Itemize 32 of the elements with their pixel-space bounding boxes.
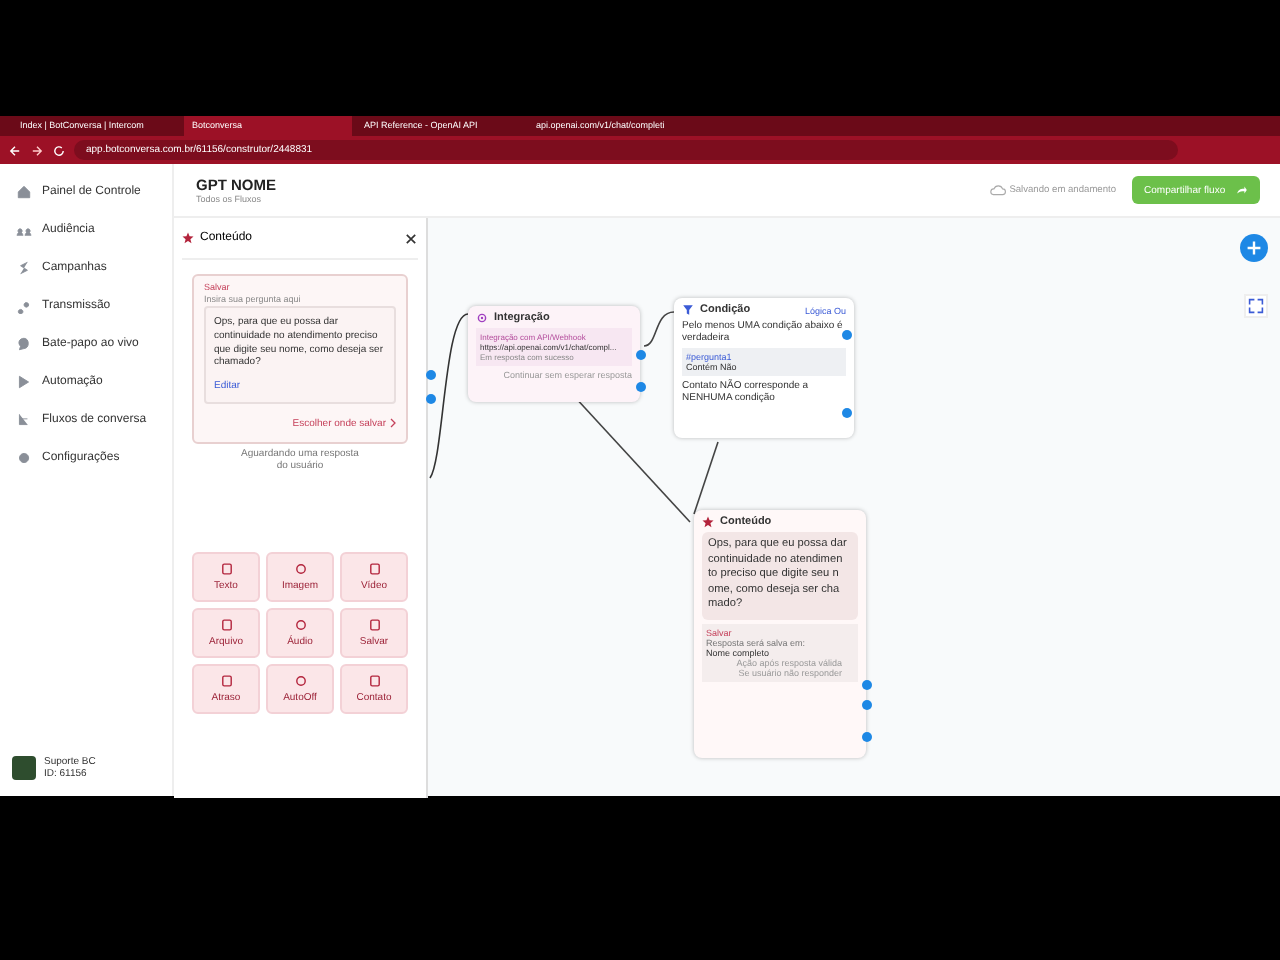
- reload-icon[interactable]: [52, 143, 66, 157]
- close-icon[interactable]: [404, 231, 418, 245]
- connector-line: [643, 311, 675, 347]
- cloud-icon: [989, 184, 1006, 196]
- integration-icon: [476, 312, 488, 324]
- connector-port[interactable]: [426, 394, 436, 404]
- star-icon: [182, 232, 194, 244]
- menu-item-icon: [16, 335, 32, 351]
- menu-item-icon: [16, 373, 32, 389]
- connector-port[interactable]: [842, 408, 852, 418]
- add-button[interactable]: [1240, 234, 1268, 262]
- plus-icon: [1246, 240, 1262, 256]
- connector-port[interactable]: [636, 382, 646, 392]
- connector-port[interactable]: [426, 370, 436, 380]
- avatar: [12, 756, 36, 780]
- menu-item-icon: [16, 411, 32, 427]
- back-icon[interactable]: [8, 143, 22, 157]
- menu-item-icon: [16, 259, 32, 275]
- connector-port[interactable]: [636, 350, 646, 360]
- fullscreen-button[interactable]: [1244, 294, 1268, 318]
- forward-icon[interactable]: [30, 143, 44, 157]
- connector-port[interactable]: [842, 330, 852, 340]
- content-node[interactable]: [694, 510, 866, 758]
- filter-icon: [682, 304, 694, 316]
- share-icon: [1236, 183, 1248, 196]
- connector-port[interactable]: [862, 732, 872, 742]
- menu-item-icon: [16, 297, 32, 313]
- expand-icon: [1248, 298, 1264, 314]
- menu-item-icon: [16, 183, 32, 199]
- menu-item-icon: [16, 449, 32, 465]
- chevron-right-icon: [390, 418, 396, 429]
- star-icon: [702, 516, 714, 528]
